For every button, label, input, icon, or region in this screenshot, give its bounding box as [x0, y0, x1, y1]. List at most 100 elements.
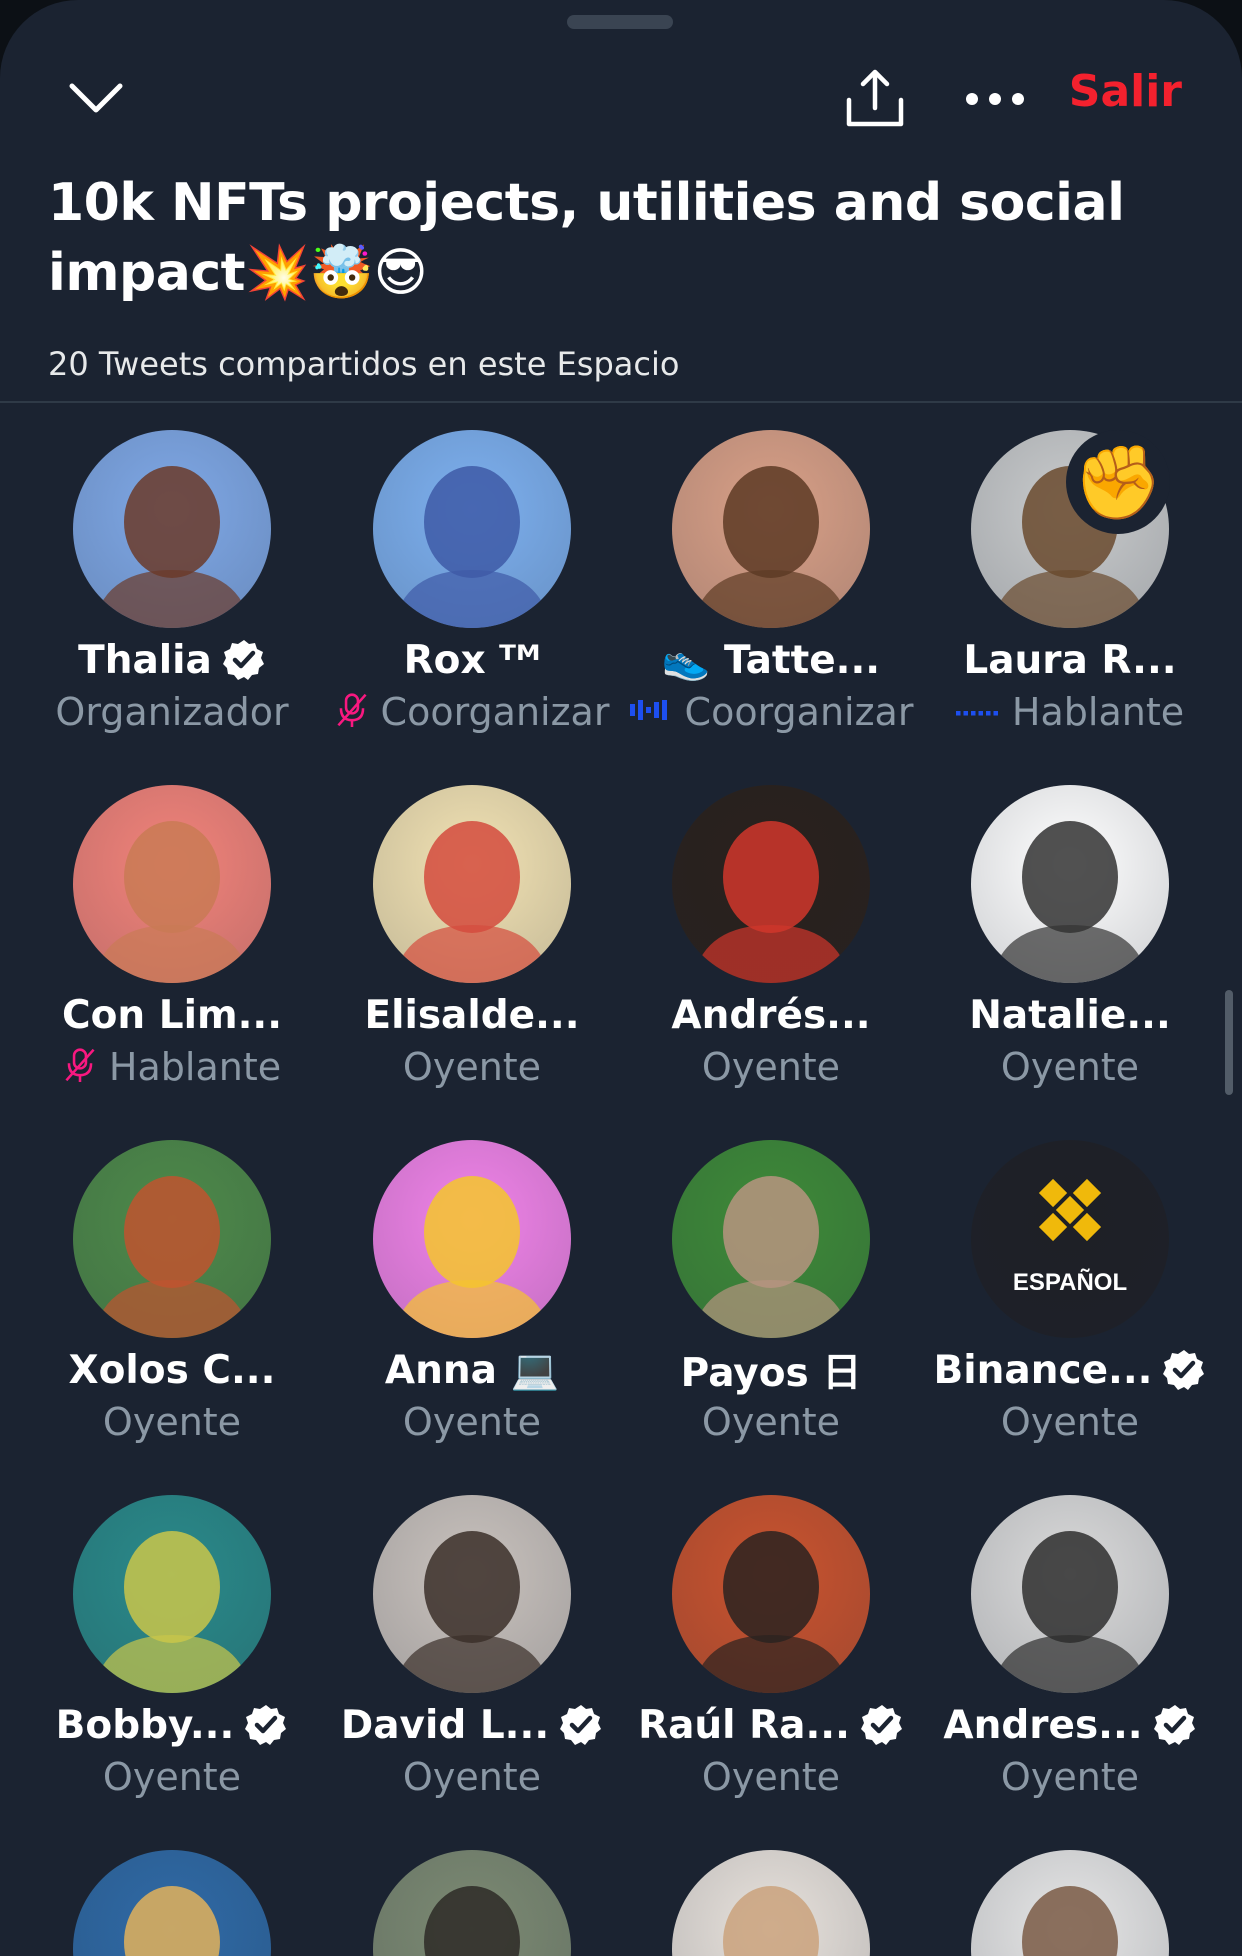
participant-role-row: Oyente — [920, 1753, 1220, 1801]
space-title: 10k NFTs projects, utilities and social … — [48, 173, 1125, 303]
participant-name-row: Laura R... — [920, 635, 1220, 685]
participant-name: Andrés... — [671, 992, 871, 1038]
participant-role: Coorganizar — [380, 690, 610, 734]
participant-role-row: Hablante — [920, 688, 1220, 736]
avatar[interactable] — [73, 1140, 271, 1338]
divider — [0, 401, 1242, 403]
avatar[interactable] — [672, 430, 870, 628]
avatar[interactable] — [373, 1850, 571, 1956]
participant-name: Xolos C... — [68, 1347, 276, 1393]
verified-badge-icon — [244, 1703, 288, 1747]
participant-role: Oyente — [102, 1755, 242, 1799]
participant-name-row: Andrés... — [621, 990, 921, 1040]
participant-name: Bobby... — [55, 1702, 235, 1748]
leave-space-button[interactable]: Salir — [1069, 66, 1182, 117]
participant-role-row: Oyente — [920, 1398, 1220, 1446]
participant-name: Payos 日 — [680, 1351, 862, 1396]
participant-role: Hablante — [1011, 690, 1185, 734]
participant-name: Raúl Ra... — [638, 1702, 850, 1748]
participant-role-row: Oyente — [621, 1398, 921, 1446]
participant-role: Oyente — [1000, 1755, 1140, 1799]
chevron-down-icon — [69, 83, 123, 113]
more-icon — [966, 93, 1024, 105]
participant-role: Oyente — [402, 1045, 542, 1089]
avatar[interactable] — [672, 1850, 870, 1956]
avatar[interactable] — [73, 785, 271, 983]
share-icon — [846, 69, 904, 127]
scrollbar[interactable] — [1225, 990, 1233, 1095]
participant-name: David L... — [340, 1702, 550, 1748]
verified-badge-icon — [1162, 1348, 1206, 1392]
participant-name-row: Elisalde... — [322, 990, 622, 1040]
participant-role: Oyente — [701, 1755, 841, 1799]
avatar[interactable] — [971, 1495, 1169, 1693]
participant-role-row: Oyente — [22, 1753, 322, 1801]
raised-hand-badge: ✊ — [1066, 430, 1170, 534]
participant-name: 👟 Tatte... — [661, 638, 881, 683]
participant-role: Oyente — [402, 1400, 542, 1444]
participant-role-row: Oyente — [322, 1753, 622, 1801]
space-toolbar: Salir — [0, 50, 1242, 140]
participant-role-row: Oyente — [621, 1753, 921, 1801]
avatar[interactable] — [373, 785, 571, 983]
avatar[interactable] — [672, 1140, 870, 1338]
avatar[interactable] — [73, 1495, 271, 1693]
participant-name: Rox ᵀᴹ — [403, 637, 541, 683]
avatar[interactable] — [672, 785, 870, 983]
mic-off-icon — [335, 690, 369, 734]
tweets-shared-link[interactable]: 20 Tweets compartidos en este Espacio — [48, 345, 679, 383]
participant-name-row: David L... — [322, 1700, 622, 1750]
participant-name: Laura R... — [963, 637, 1177, 683]
share-button[interactable] — [830, 58, 920, 138]
avatar[interactable] — [373, 1140, 571, 1338]
participant-name-row: Bobby... — [22, 1700, 322, 1750]
participant-name-row: Raúl Ra... — [621, 1700, 921, 1750]
participant-role-row: Hablante — [22, 1043, 322, 1091]
avatar[interactable] — [73, 1850, 271, 1956]
avatar[interactable] — [971, 785, 1169, 983]
participant-role-row: Oyente — [22, 1398, 322, 1446]
avatar[interactable] — [971, 1850, 1169, 1956]
participant-role-row: Coorganizar — [322, 688, 622, 736]
participant-name-row: Payos 日 — [621, 1345, 921, 1396]
participant-role-row: Oyente — [322, 1043, 622, 1091]
svg-text:ESPAÑOL: ESPAÑOL — [1013, 1268, 1127, 1296]
avatar[interactable] — [73, 430, 271, 628]
participant-name-row: Thalia — [22, 635, 322, 685]
verified-badge-icon — [222, 638, 266, 682]
participant-role-row: Oyente — [920, 1043, 1220, 1091]
participant-name-row: Natalie... — [920, 990, 1220, 1040]
participant-role: Oyente — [1000, 1400, 1140, 1444]
space-sheet: Salir 10k NFTs projects, utilities and s… — [0, 0, 1242, 1956]
mic-off-icon — [63, 1045, 97, 1089]
verified-badge-icon — [559, 1703, 603, 1747]
participant-role: Oyente — [102, 1400, 242, 1444]
collapse-button[interactable] — [56, 64, 136, 134]
avatar[interactable] — [373, 1495, 571, 1693]
participant-name: Natalie... — [969, 992, 1171, 1038]
verified-badge-icon — [860, 1703, 904, 1747]
participant-role-row: Oyente — [621, 1043, 921, 1091]
avatar[interactable]: ESPAÑOL — [971, 1140, 1169, 1338]
participant-name-row: Anna 💻 — [322, 1345, 622, 1395]
participant-name: Anna 💻 — [384, 1348, 560, 1393]
speaking-dots-icon — [955, 703, 1000, 722]
participant-role: Oyente — [701, 1400, 841, 1444]
participant-name: Andres... — [943, 1702, 1143, 1748]
avatar[interactable] — [672, 1495, 870, 1693]
participant-name: Elisalde... — [364, 992, 580, 1038]
participant-name-row: Binance... — [920, 1345, 1220, 1395]
participant-role: Oyente — [402, 1755, 542, 1799]
sheet-grabber[interactable] — [567, 15, 673, 29]
participant-role: Oyente — [1000, 1045, 1140, 1089]
participant-name-row: Xolos C... — [22, 1345, 322, 1395]
more-options-button[interactable] — [955, 64, 1035, 134]
participant-role: Coorganizar — [684, 690, 914, 734]
participant-role: Oyente — [701, 1045, 841, 1089]
participant-role: Hablante — [108, 1045, 282, 1089]
participant-role-row: Oyente — [322, 1398, 622, 1446]
participant-role-row: Coorganizar — [621, 688, 921, 736]
participant-name-row: Andres... — [920, 1700, 1220, 1750]
avatar[interactable] — [373, 430, 571, 628]
participant-name-row: 👟 Tatte... — [621, 635, 921, 685]
